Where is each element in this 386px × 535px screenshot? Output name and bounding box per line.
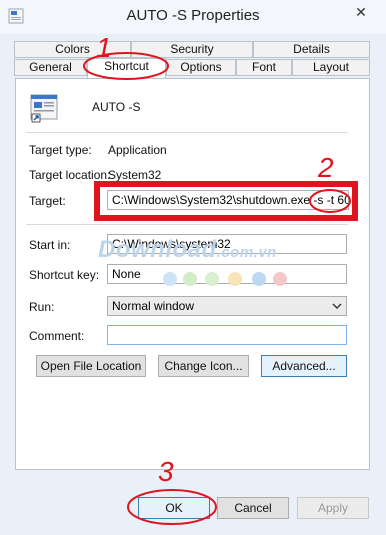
annotation-number-1: 1 bbox=[96, 32, 112, 63]
shortcut-key-label: Shortcut key: bbox=[29, 268, 100, 282]
target-type-label: Target type: bbox=[29, 143, 92, 157]
target-timer-value: 60000 bbox=[337, 193, 348, 207]
tab-options[interactable]: Options bbox=[166, 59, 236, 76]
divider bbox=[26, 224, 348, 225]
watermark-text: Download bbox=[98, 236, 217, 263]
divider bbox=[26, 132, 348, 133]
target-input[interactable]: C:\Windows\System32\shutdown.exe -s -t 6… bbox=[107, 190, 349, 210]
watermark-dot bbox=[205, 272, 219, 286]
ok-button[interactable]: OK bbox=[138, 497, 210, 519]
comment-label: Comment: bbox=[29, 329, 85, 343]
open-file-location-button[interactable]: Open File Location bbox=[36, 355, 146, 377]
run-label: Run: bbox=[29, 300, 55, 314]
start-in-label: Start in: bbox=[29, 238, 71, 252]
annotation-number-3: 3 bbox=[158, 456, 174, 487]
annotation-number-2: 2 bbox=[318, 152, 334, 183]
run-select-value: Normal window bbox=[112, 299, 195, 313]
watermark-dot bbox=[183, 272, 197, 286]
target-type-value: Application bbox=[108, 143, 167, 157]
target-location-value: System32 bbox=[108, 168, 162, 182]
tab-general[interactable]: General bbox=[14, 59, 87, 76]
watermark-logo: Download.com.vn bbox=[98, 236, 277, 264]
target-location-label: Target location: bbox=[29, 168, 111, 182]
title-bar: AUTO -S Properties ✕ bbox=[0, 0, 386, 34]
watermark-dot bbox=[163, 272, 177, 286]
change-icon-button[interactable]: Change Icon... bbox=[158, 355, 249, 377]
comment-input[interactable] bbox=[107, 325, 347, 345]
shortcut-name: AUTO -S bbox=[92, 100, 141, 114]
dropdown-arrow-icon bbox=[332, 303, 342, 309]
target-label: Target: bbox=[29, 194, 66, 208]
advanced-button[interactable]: Advanced... bbox=[261, 355, 347, 377]
watermark-suffix: .com.vn bbox=[216, 244, 277, 261]
close-icon[interactable]: ✕ bbox=[344, 1, 378, 23]
tab-details[interactable]: Details bbox=[253, 41, 370, 58]
target-input-text: C:\Windows\System32\shutdown.exe -s -t bbox=[112, 193, 338, 207]
tab-layout[interactable]: Layout bbox=[292, 59, 370, 76]
watermark-dot bbox=[273, 272, 287, 286]
shortcut-key-input[interactable]: None bbox=[107, 264, 347, 284]
tab-colors[interactable]: Colors bbox=[14, 41, 131, 58]
cancel-button[interactable]: Cancel bbox=[217, 497, 289, 519]
run-select[interactable]: Normal window bbox=[107, 296, 347, 316]
shortcut-icon bbox=[30, 94, 58, 123]
tab-font[interactable]: Font bbox=[236, 59, 292, 76]
window-title: AUTO -S Properties bbox=[126, 7, 260, 24]
watermark-dot bbox=[228, 272, 242, 286]
apply-button[interactable]: Apply bbox=[297, 497, 369, 519]
watermark-dot bbox=[252, 272, 266, 286]
tab-security[interactable]: Security bbox=[131, 41, 253, 58]
